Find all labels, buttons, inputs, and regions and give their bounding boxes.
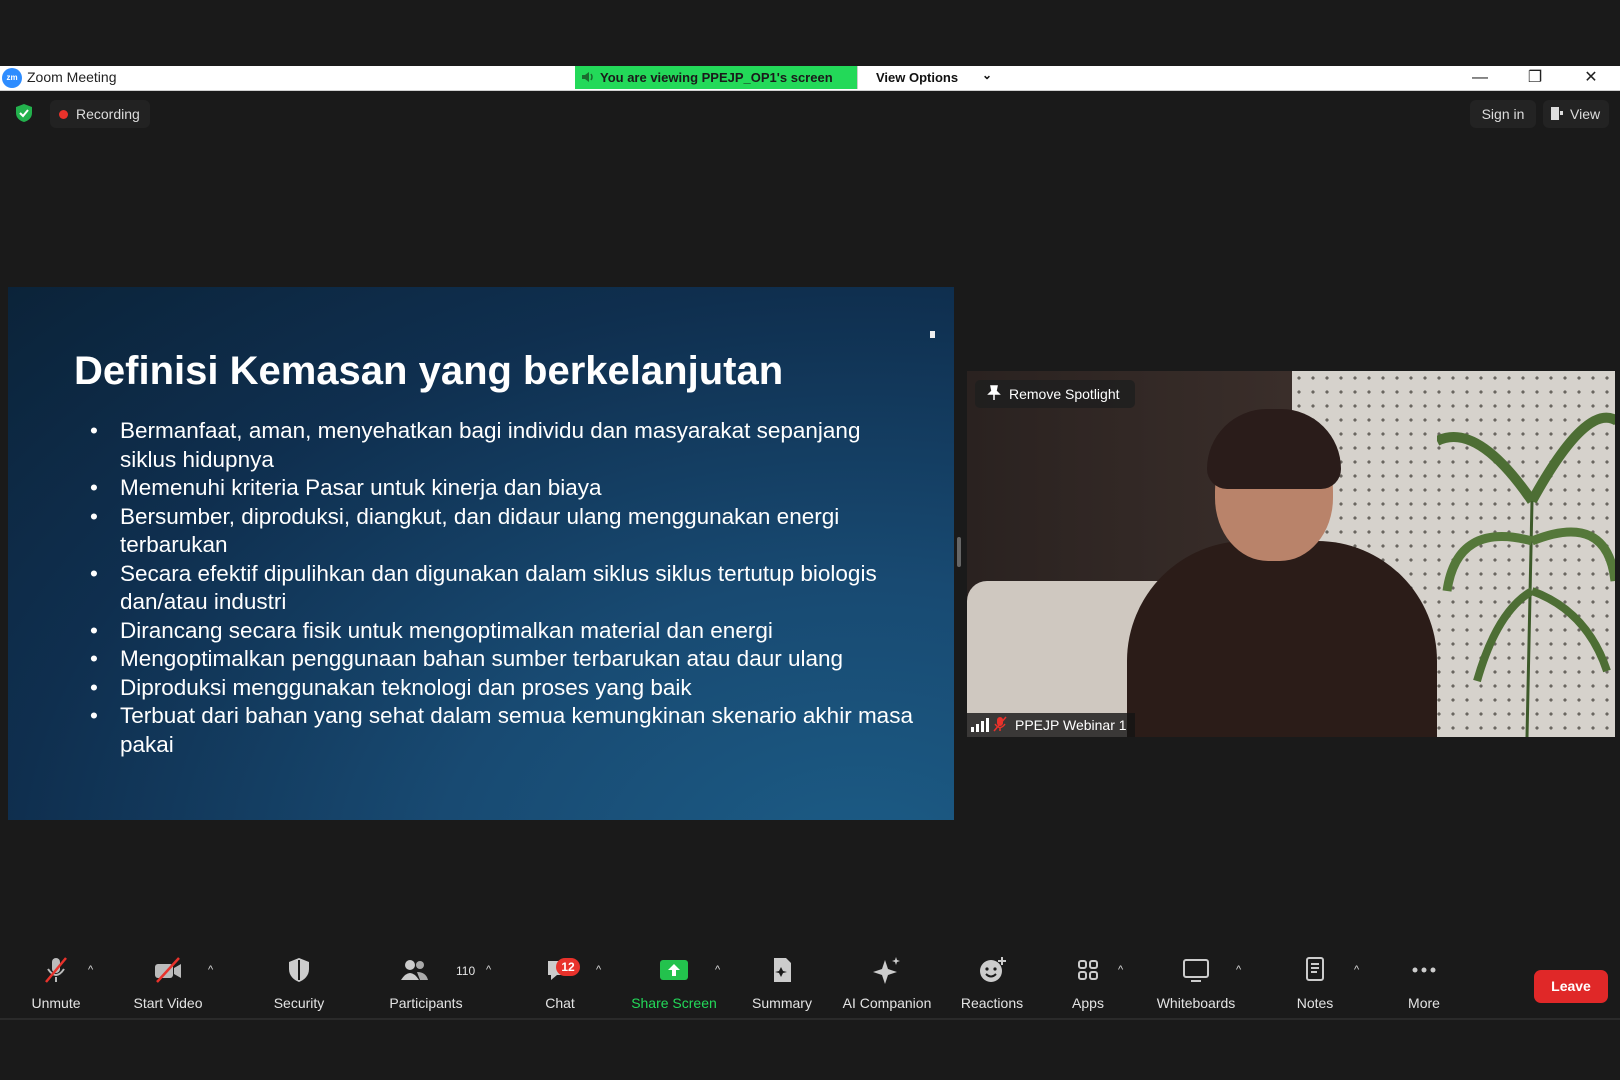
video-options-caret[interactable]: ^ <box>208 964 213 976</box>
chat-label: Chat <box>545 995 575 1011</box>
sparkle-icon <box>873 957 900 984</box>
speaker-icon <box>581 70 595 87</box>
sign-in-button[interactable]: Sign in <box>1470 100 1536 128</box>
share-screen-icon <box>660 960 688 980</box>
close-window-button[interactable]: ✕ <box>1571 66 1611 90</box>
view-label: View <box>1570 106 1601 122</box>
unmute-label: Unmute <box>31 995 81 1011</box>
mouse-cursor-icon <box>930 331 935 338</box>
participants-count: 110 <box>456 964 476 978</box>
apps-label: Apps <box>1072 995 1104 1011</box>
view-layout-icon <box>1551 107 1563 120</box>
share-options-caret[interactable]: ^ <box>715 964 720 976</box>
slide-bullet-list: Bermanfaat, aman, menyehatkan bagi indiv… <box>80 417 920 759</box>
share-screen-button[interactable]: Share Screen <box>628 948 720 1018</box>
security-label: Security <box>273 995 325 1011</box>
smiley-icon <box>980 957 1006 982</box>
security-shield-icon <box>289 958 309 982</box>
slide-bullet: Secara efektif dipulihkan dan digunakan … <box>80 560 920 617</box>
viewing-screen-banner: You are viewing PPEJP_OP1's screen <box>575 66 857 89</box>
zoom-logo-icon: zm <box>2 68 22 88</box>
video-plant <box>1437 412 1615 737</box>
more-label: More <box>1408 995 1440 1011</box>
start-video-label: Start Video <box>133 995 203 1011</box>
app-title: Zoom Meeting <box>27 69 117 85</box>
chat-unread-badge: 12 <box>556 958 580 976</box>
notes-label: Notes <box>1296 995 1334 1011</box>
notes-icon <box>1306 957 1324 981</box>
split-resize-handle[interactable] <box>957 537 961 567</box>
slide-bullet: Memenuhi kriteria Pasar untuk kinerja da… <box>80 474 920 503</box>
share-screen-label: Share Screen <box>631 995 717 1011</box>
security-button[interactable]: Security <box>264 948 334 1018</box>
remove-spotlight-button[interactable]: Remove Spotlight <box>975 380 1135 408</box>
notes-options-caret[interactable]: ^ <box>1354 964 1359 976</box>
remove-spotlight-label: Remove Spotlight <box>1009 386 1120 402</box>
audio-options-caret[interactable]: ^ <box>88 964 93 976</box>
apps-button[interactable]: Apps <box>1060 948 1116 1018</box>
participant-name-tag: PPEJP Webinar 1 <box>967 713 1135 737</box>
ai-companion-label: AI Companion <box>842 995 932 1011</box>
video-off-icon <box>155 957 181 983</box>
video-person-body <box>1127 541 1437 737</box>
unmute-button[interactable]: Unmute <box>20 948 92 1018</box>
slide-bullet: Bermanfaat, aman, menyehatkan bagi indiv… <box>80 417 920 474</box>
whiteboards-button[interactable]: Whiteboards <box>1150 948 1242 1018</box>
minimize-button[interactable]: — <box>1460 66 1500 90</box>
summary-document-icon <box>774 958 791 982</box>
ai-companion-button[interactable]: AI Companion <box>838 948 936 1018</box>
recording-label: Recording <box>76 106 140 122</box>
recording-indicator[interactable]: Recording <box>50 100 150 128</box>
shield-check-icon[interactable] <box>14 103 34 123</box>
muted-mic-icon <box>993 716 1007 735</box>
recording-dot-icon <box>59 110 68 119</box>
slide-bullet: Mengoptimalkan penggunaan bahan sumber t… <box>80 645 920 674</box>
start-video-button[interactable]: Start Video <box>126 948 210 1018</box>
slide-bullet: Dirancang secara fisik untuk mengoptimal… <box>80 617 920 646</box>
whiteboards-label: Whiteboards <box>1156 995 1236 1011</box>
slide-bullet: Terbuat dari bahan yang sehat dalam semu… <box>80 702 920 759</box>
reactions-button[interactable]: Reactions <box>954 948 1030 1018</box>
view-options-label: View Options <box>876 70 959 85</box>
restore-button[interactable]: ❐ <box>1515 66 1555 90</box>
whiteboard-icon <box>1183 959 1209 982</box>
leave-button[interactable]: Leave <box>1534 970 1608 1003</box>
more-dots-icon <box>1412 967 1436 973</box>
summary-button[interactable]: Summary <box>746 948 818 1018</box>
participants-button[interactable]: 110 Participants <box>378 948 476 1018</box>
summary-label: Summary <box>752 995 812 1011</box>
viewing-banner-text: You are viewing PPEJP_OP1's screen <box>600 70 833 85</box>
chat-options-caret[interactable]: ^ <box>596 964 601 976</box>
apps-icon <box>1078 960 1098 980</box>
whiteboards-options-caret[interactable]: ^ <box>1236 964 1241 976</box>
view-button[interactable]: View <box>1543 100 1609 128</box>
window-title-bar: zm Zoom Meeting You are viewing PPEJP_OP… <box>0 66 1620 91</box>
slide-title: Definisi Kemasan yang berkelanjutan <box>74 349 784 393</box>
participants-label: Participants <box>389 995 463 1011</box>
slide-bullet: Diproduksi menggunakan teknologi dan pro… <box>80 674 920 703</box>
participants-options-caret[interactable]: ^ <box>486 964 491 976</box>
view-options-button[interactable]: View Options ⌄ <box>857 66 1003 89</box>
notes-button[interactable]: Notes <box>1284 948 1346 1018</box>
pin-icon <box>987 385 1001 404</box>
screen-top-band <box>0 0 1620 66</box>
chat-button[interactable]: 12 Chat <box>530 948 590 1018</box>
apps-options-caret[interactable]: ^ <box>1118 964 1123 976</box>
more-button[interactable]: More <box>1396 948 1452 1018</box>
toolbar-divider <box>0 1018 1620 1020</box>
slide-bullet: Bersumber, diproduksi, diangkut, dan did… <box>80 503 920 560</box>
participant-video-tile[interactable]: Remove Spotlight PPEJP Webinar 1 <box>967 371 1615 737</box>
participant-name: PPEJP Webinar 1 <box>1015 717 1127 733</box>
reactions-label: Reactions <box>960 995 1024 1011</box>
meeting-toolbar: Unmute ^ Start Video ^ Security 110 Part… <box>0 948 1620 1018</box>
participants-icon <box>401 960 428 980</box>
chevron-down-icon: ⌄ <box>982 68 993 82</box>
muted-microphone-icon <box>45 957 67 983</box>
shared-slide: Definisi Kemasan yang berkelanjutan Berm… <box>8 287 954 820</box>
signal-strength-icon <box>971 718 989 735</box>
